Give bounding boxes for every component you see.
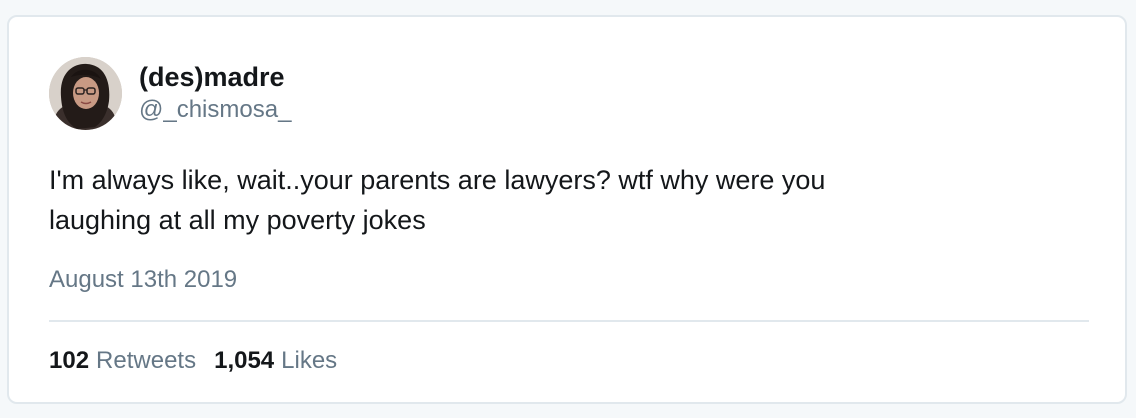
avatar[interactable] (49, 57, 122, 130)
tweet-text: I'm always like, wait..your parents are … (49, 160, 1079, 240)
likes-stat[interactable]: 1,054 Likes (214, 345, 337, 377)
divider (49, 320, 1089, 322)
author-handle[interactable]: @_chismosa_ (139, 94, 291, 126)
retweets-stat[interactable]: 102 Retweets (49, 345, 196, 377)
retweets-count: 102 (49, 347, 90, 374)
tweet-date[interactable]: August 13th 2019 (49, 264, 237, 296)
tweet-header: (des)madre @_chismosa_ (49, 57, 291, 130)
likes-label: Likes (281, 347, 338, 374)
likes-count: 1,054 (214, 347, 275, 374)
tweet-text-line: laughing at all my poverty jokes (49, 205, 426, 235)
avatar-image (49, 57, 122, 130)
tweet-card: (des)madre @_chismosa_ I'm always like, … (7, 15, 1127, 404)
tweet-stats: 102 Retweets 1,054 Likes (49, 345, 355, 377)
author-names: (des)madre @_chismosa_ (139, 60, 291, 126)
author-display-name[interactable]: (des)madre (139, 60, 291, 94)
tweet-text-line: I'm always like, wait..your parents are … (49, 165, 826, 195)
retweets-label: Retweets (96, 347, 197, 374)
